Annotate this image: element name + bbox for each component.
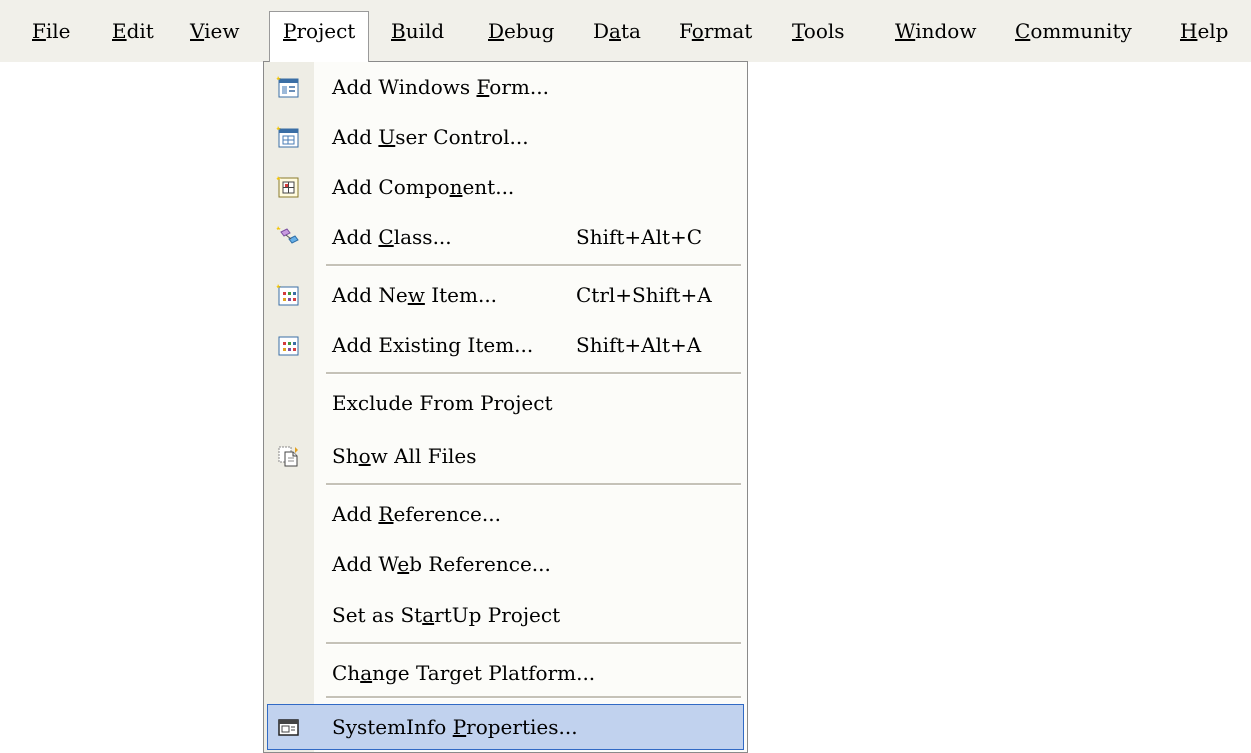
menu-item-add-user-control[interactable]: Add User Control... [264, 112, 747, 162]
menu-item-add-existing-item[interactable]: Add Existing Item... Shift+Alt+A [264, 320, 747, 370]
user-control-icon [276, 125, 300, 149]
menu-item-add-new-item[interactable]: Add New Item... Ctrl+Shift+A [264, 270, 747, 320]
menu-edit[interactable]: Edit [110, 12, 156, 50]
show-all-files-icon [276, 444, 300, 468]
menu-item-shortcut: Ctrl+Shift+A [576, 283, 712, 307]
menu-item-set-as-startup-project[interactable]: Set as StartUp Project [264, 590, 747, 640]
menu-window[interactable]: Window [893, 12, 978, 50]
menu-item-add-reference[interactable]: Add Reference... [264, 489, 747, 539]
menu-item-label: Show All Files [332, 444, 477, 468]
class-icon [276, 225, 300, 249]
menu-item-add-web-reference[interactable]: Add Web Reference... [264, 539, 747, 589]
new-item-icon [276, 283, 300, 307]
menu-item-label: Add Windows Form... [332, 75, 549, 99]
menu-debug[interactable]: Debug [486, 12, 556, 50]
menu-view[interactable]: View [188, 12, 241, 50]
menu-tools[interactable]: Tools [790, 12, 847, 50]
menu-item-label: Change Target Platform... [332, 661, 596, 685]
menu-item-show-all-files[interactable]: Show All Files [264, 431, 747, 481]
menu-separator [326, 483, 741, 486]
menu-separator [326, 642, 741, 645]
menu-item-label: Add Reference... [332, 502, 501, 526]
menu-item-label: Add Component... [332, 175, 515, 199]
menu-separator [326, 696, 741, 699]
menu-item-add-component[interactable]: Add Component... [264, 162, 747, 212]
menu-file[interactable]: File [30, 12, 73, 50]
menu-item-label: Set as StartUp Project [332, 603, 561, 627]
properties-icon [276, 715, 300, 739]
menu-item-add-windows-form[interactable]: Add Windows Form... [264, 62, 747, 112]
existing-item-icon [276, 333, 300, 357]
menu-item-add-class[interactable]: Add Class... Shift+Alt+C [264, 212, 747, 262]
menu-item-change-target-platform[interactable]: Change Target Platform... [264, 648, 747, 698]
menu-item-systeminfo-properties[interactable]: SystemInfo Properties... [264, 702, 747, 752]
menu-item-shortcut: Shift+Alt+C [576, 225, 703, 249]
menu-item-label: Add User Control... [332, 125, 529, 149]
menu-item-label: Exclude From Project [332, 391, 553, 415]
menu-item-label: Add Web Reference... [332, 552, 551, 576]
menu-item-label: Add Class... [332, 225, 452, 249]
menu-item-exclude-from-project[interactable]: Exclude From Project [264, 378, 747, 428]
menu-item-label: SystemInfo Properties... [332, 715, 578, 739]
menu-item-label: Add New Item... [332, 283, 498, 307]
project-menu-dropdown: Add Windows Form... Add User Control... … [263, 61, 748, 753]
menu-bar: File Edit View Project Build Debug Data … [0, 0, 1251, 62]
menu-project[interactable]: Project [269, 11, 370, 62]
menu-item-shortcut: Shift+Alt+A [576, 333, 702, 357]
menu-build[interactable]: Build [389, 12, 446, 50]
menu-format[interactable]: Format [677, 12, 754, 50]
menu-data[interactable]: Data [591, 12, 643, 50]
menu-item-label: Add Existing Item... [332, 333, 534, 357]
menu-separator [326, 372, 741, 375]
windows-form-icon [276, 75, 300, 99]
menu-separator [326, 264, 741, 267]
component-icon [276, 175, 300, 199]
menu-community[interactable]: Community [1013, 12, 1134, 50]
menu-help[interactable]: Help [1178, 12, 1231, 50]
